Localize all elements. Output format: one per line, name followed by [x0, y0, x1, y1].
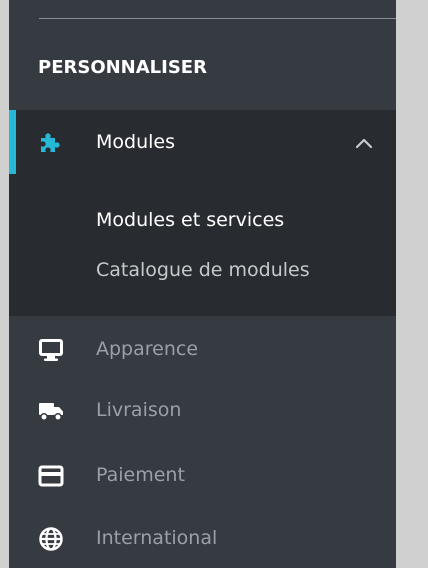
sidebar-item-international[interactable]: International — [9, 510, 396, 568]
section-title: PERSONNALISER — [38, 57, 207, 78]
sidebar-item-paiement[interactable]: Paiement — [9, 447, 396, 505]
sidebar-item-apparence[interactable]: Apparence — [9, 321, 396, 379]
globe-icon — [38, 526, 64, 552]
submenu-item-module-catalog[interactable]: Catalogue de modules — [96, 259, 376, 281]
sidebar-item-label: International — [96, 527, 218, 549]
admin-screen: PERSONNALISER Modules Modules et service… — [0, 0, 428, 568]
modules-menu-group: Modules Modules et services Catalogue de… — [9, 110, 396, 316]
sidebar-item-modules[interactable]: Modules — [9, 110, 396, 174]
credit-card-icon — [38, 463, 64, 489]
sidebar-item-label: Apparence — [96, 338, 199, 360]
sidebar-item-label: Paiement — [96, 464, 185, 486]
truck-icon — [38, 398, 64, 424]
sidebar-item-livraison[interactable]: Livraison — [9, 382, 396, 440]
chevron-up-icon[interactable] — [355, 135, 373, 149]
section-divider — [39, 18, 396, 19]
sidebar-nav: PERSONNALISER Modules Modules et service… — [9, 0, 396, 568]
puzzle-icon — [38, 130, 64, 156]
sidebar-item-label: Modules — [96, 131, 175, 153]
monitor-icon — [38, 337, 64, 363]
sidebar-item-label: Livraison — [96, 399, 182, 421]
submenu-item-modules-services[interactable]: Modules et services — [96, 209, 376, 231]
